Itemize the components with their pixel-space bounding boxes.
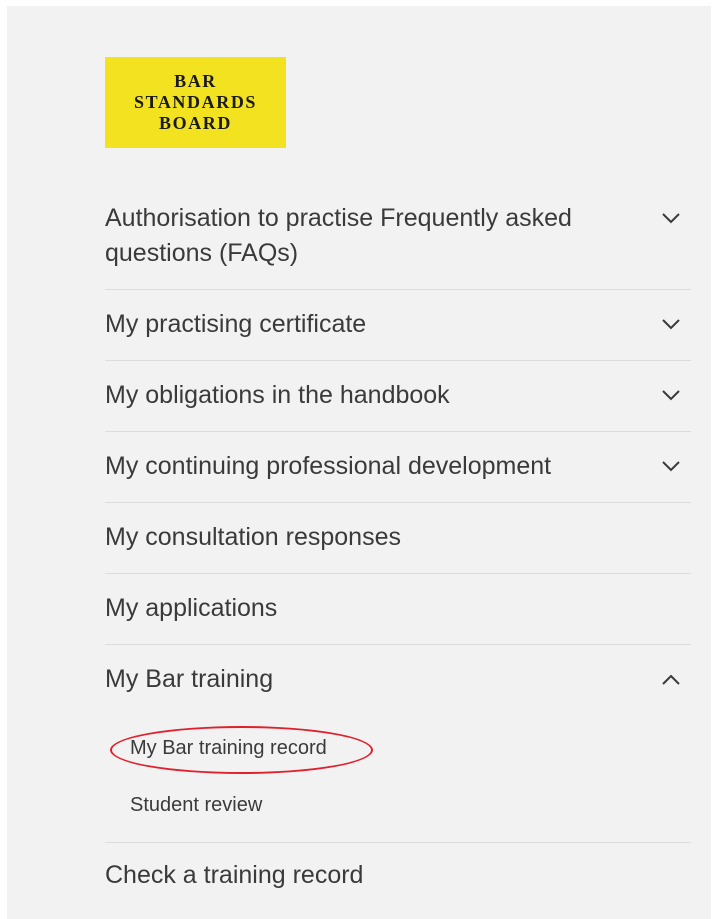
sidebar-nav: Authorisation to practise Frequently ask… — [105, 189, 691, 913]
nav-item-label: My obligations in the handbook — [105, 381, 450, 409]
nav-item-consultation-responses[interactable]: My consultation responses — [105, 503, 691, 574]
nav-item-label: My continuing professional development — [105, 452, 552, 480]
subnav-bar-training-record[interactable]: My Bar training record — [130, 737, 327, 760]
nav-item-check-training-record[interactable]: Check a training record — [105, 843, 691, 913]
nav-item-practising-certificate[interactable]: My practising certificate — [105, 290, 691, 361]
nav-item-label: My Bar training — [105, 665, 274, 693]
nav-item-cpd[interactable]: My continuing professional development — [105, 432, 691, 503]
nav-row[interactable]: My Bar training — [105, 645, 691, 697]
nav-row[interactable]: My consultation responses — [105, 503, 691, 555]
chevron-up-icon[interactable] — [651, 662, 691, 685]
nav-item-label: My practising certificate — [105, 310, 367, 338]
nav-item-bar-training[interactable]: My Bar training My Bar training record S… — [105, 645, 691, 843]
logo-line-3: BOARD — [158, 113, 232, 133]
nav-row[interactable]: My applications — [105, 574, 691, 626]
nav-item-obligations-handbook[interactable]: My obligations in the handbook — [105, 361, 691, 432]
chevron-down-icon[interactable] — [651, 378, 691, 401]
subnav-student-review[interactable]: Student review — [130, 794, 262, 817]
nav-row[interactable]: Check a training record — [105, 843, 691, 893]
nav-item-label: Check a training record — [105, 861, 364, 889]
chevron-down-icon[interactable] — [651, 449, 691, 472]
chevron-down-icon[interactable] — [651, 307, 691, 330]
bar-standards-board-logo[interactable]: BAR STANDARDS BOARD — [105, 57, 286, 148]
nav-item-label: My applications — [105, 594, 278, 622]
nav-item-label: Authorisation to practise Frequently ask… — [105, 204, 572, 267]
logo-line-2: STANDARDS — [133, 92, 258, 112]
logo-line-1: BAR — [174, 71, 217, 91]
nav-item-authorisation-faqs[interactable]: Authorisation to practise Frequently ask… — [105, 189, 691, 290]
nav-row[interactable]: My continuing professional development — [105, 432, 691, 484]
chevron-down-icon[interactable] — [651, 201, 691, 224]
sidebar-panel: BAR STANDARDS BOARD Authorisation to pra… — [7, 6, 711, 919]
nav-row[interactable]: My obligations in the handbook — [105, 361, 691, 413]
nav-row[interactable]: Authorisation to practise Frequently ask… — [105, 201, 691, 271]
nav-row[interactable]: My practising certificate — [105, 290, 691, 342]
nav-item-applications[interactable]: My applications — [105, 574, 691, 645]
nav-item-label: My consultation responses — [105, 523, 401, 551]
